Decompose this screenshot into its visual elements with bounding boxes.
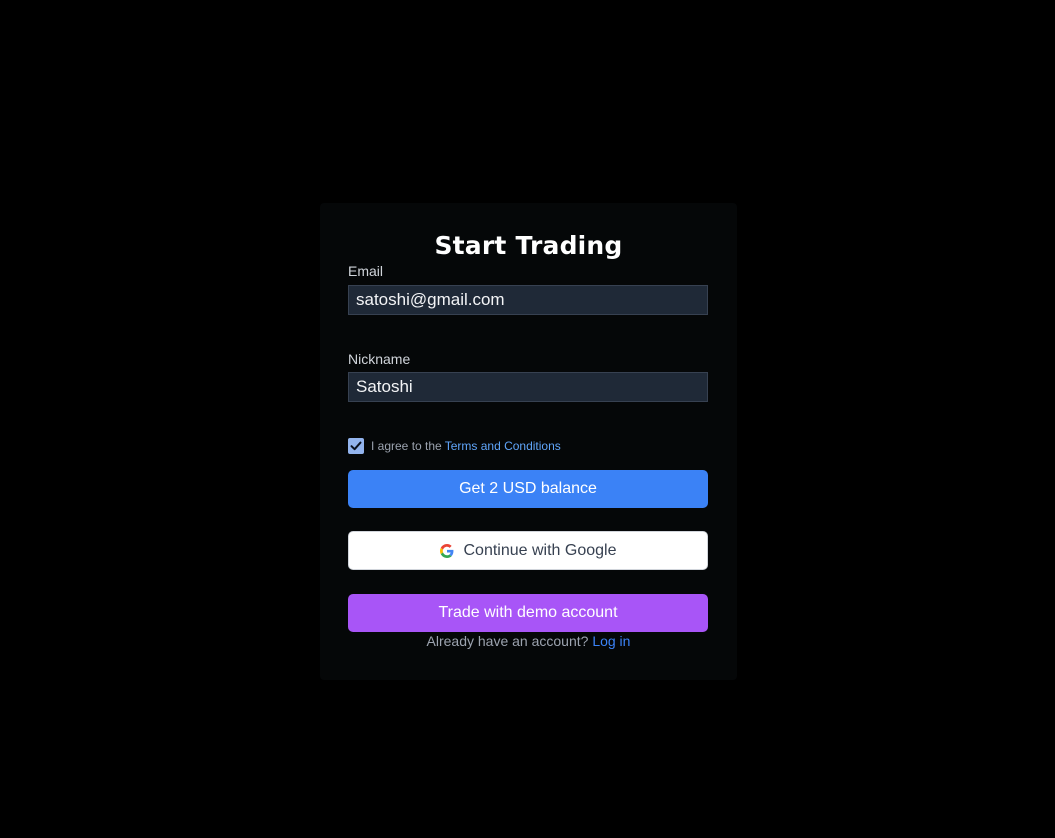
- checkmark-icon: [350, 441, 362, 451]
- terms-checkbox[interactable]: [348, 438, 364, 454]
- login-link[interactable]: Log in: [592, 633, 630, 649]
- login-row: Already have an account? Log in: [320, 633, 737, 649]
- nickname-field[interactable]: [348, 372, 708, 402]
- page-title: Start Trading: [434, 231, 623, 260]
- get-balance-button[interactable]: Get 2 USD balance: [348, 470, 708, 508]
- continue-with-google-button-label: Continue with Google: [463, 541, 617, 559]
- demo-account-button-label: Trade with demo account: [438, 604, 618, 621]
- terms-text: I agree to the: [371, 439, 442, 453]
- nickname-label: Nickname: [348, 351, 411, 367]
- terms-row: I agree to the Terms and Conditions: [348, 438, 561, 454]
- get-balance-button-label: Get 2 USD balance: [459, 480, 597, 497]
- terms-link[interactable]: Terms and Conditions: [445, 439, 561, 453]
- google-g-icon: [439, 543, 453, 558]
- continue-with-google-button[interactable]: Continue with Google: [348, 531, 708, 570]
- demo-account-button[interactable]: Trade with demo account: [348, 594, 708, 632]
- email-label: Email: [348, 263, 384, 279]
- login-prompt: Already have an account?: [426, 633, 589, 649]
- email-field[interactable]: [348, 285, 708, 315]
- signup-card: Start Trading Email Nickname I agree to …: [320, 203, 737, 680]
